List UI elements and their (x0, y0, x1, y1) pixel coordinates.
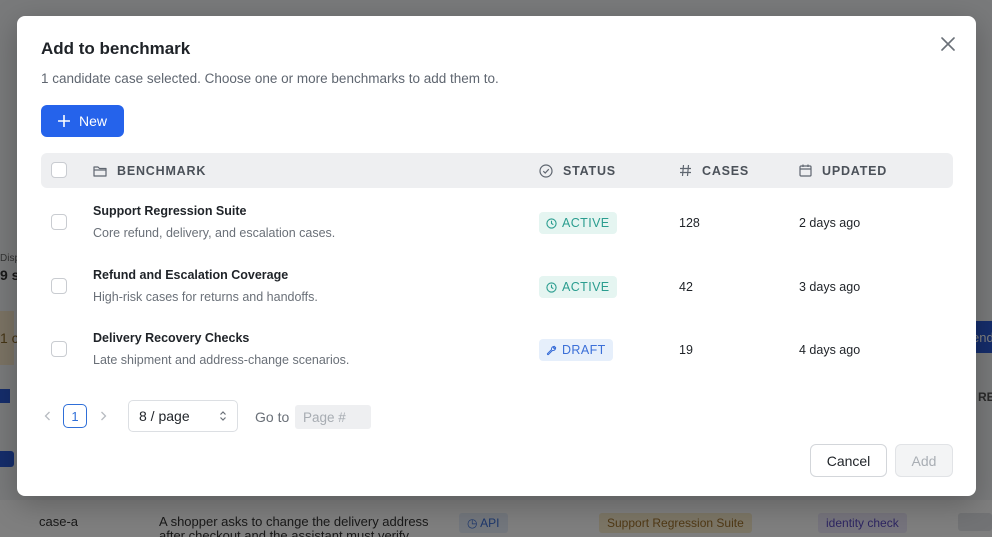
add-to-benchmark-dialog: Add to benchmark 1 candidate case select… (17, 16, 976, 496)
select-all-checkbox[interactable] (51, 162, 67, 178)
close-icon (941, 37, 955, 51)
goto-page-input[interactable] (295, 405, 371, 429)
updated-time: 4 days ago (799, 343, 861, 357)
column-updated[interactable]: UPDATED (799, 153, 887, 188)
benchmark-name: Support Regression Suite (93, 204, 247, 218)
plus-icon (57, 115, 70, 127)
column-benchmark[interactable]: BENCHMARK (93, 153, 206, 188)
status-label: ACTIVE (562, 280, 610, 294)
status-badge: DRAFT (539, 339, 613, 361)
prev-page-button[interactable] (41, 410, 53, 422)
column-updated-label: UPDATED (822, 163, 888, 178)
clock-icon (546, 217, 557, 229)
case-count: 42 (679, 280, 693, 294)
status-label: DRAFT (562, 343, 606, 357)
row-checkbox[interactable] (51, 214, 67, 230)
wrench-icon (546, 345, 557, 355)
updated-time: 3 days ago (799, 280, 861, 294)
chevron-left-icon (44, 411, 50, 421)
updated-time: 2 days ago (799, 216, 861, 230)
benchmark-description: High-risk cases for returns and handoffs… (93, 290, 318, 304)
page-number-button[interactable]: 1 (63, 404, 87, 428)
column-status-label: STATUS (563, 163, 616, 178)
case-count: 19 (679, 343, 693, 357)
page-size-value: 8 / page (139, 408, 190, 424)
cancel-button[interactable]: Cancel (810, 444, 887, 477)
close-button[interactable] (938, 34, 958, 54)
status-badge: ACTIVE (539, 276, 617, 298)
clock-icon (546, 281, 557, 293)
next-page-button[interactable] (97, 410, 109, 422)
goto-label: Go to (255, 409, 290, 425)
table-row[interactable]: Delivery Recovery Checks Late shipment a… (41, 319, 953, 381)
dialog-subtitle: 1 candidate case selected. Choose one or… (41, 71, 499, 86)
chevron-right-icon (100, 411, 106, 421)
dialog-title: Add to benchmark (41, 39, 191, 58)
hash-icon (680, 164, 691, 177)
page-size-select[interactable]: 8 / page (128, 400, 238, 432)
sort-arrows-icon (220, 411, 226, 421)
table-header: BENCHMARK STATUS CASES UPDATED (41, 153, 953, 188)
column-benchmark-label: BENCHMARK (117, 163, 207, 178)
table-row[interactable]: Support Regression Suite Core refund, de… (41, 192, 953, 254)
add-button[interactable]: Add (895, 444, 953, 477)
check-circle-icon (539, 163, 553, 178)
status-badge: ACTIVE (539, 212, 617, 234)
benchmark-name: Refund and Escalation Coverage (93, 268, 289, 282)
case-count: 128 (679, 216, 700, 230)
column-cases[interactable]: CASES (679, 153, 749, 188)
status-label: ACTIVE (562, 216, 610, 230)
table-row[interactable]: Refund and Escalation Coverage High-risk… (41, 256, 953, 318)
calendar-icon (799, 164, 812, 177)
pagination: 1 (41, 401, 109, 431)
benchmark-description: Core refund, delivery, and escalation ca… (93, 226, 336, 240)
folder-icon (93, 165, 107, 177)
row-checkbox[interactable] (51, 341, 67, 357)
new-button-label: New (78, 113, 107, 129)
column-status[interactable]: STATUS (539, 153, 616, 188)
new-benchmark-button[interactable]: New (41, 105, 124, 137)
row-checkbox[interactable] (51, 278, 67, 294)
benchmark-description: Late shipment and address-change scenari… (93, 353, 350, 367)
column-cases-label: CASES (702, 163, 750, 178)
benchmark-name: Delivery Recovery Checks (93, 331, 250, 345)
